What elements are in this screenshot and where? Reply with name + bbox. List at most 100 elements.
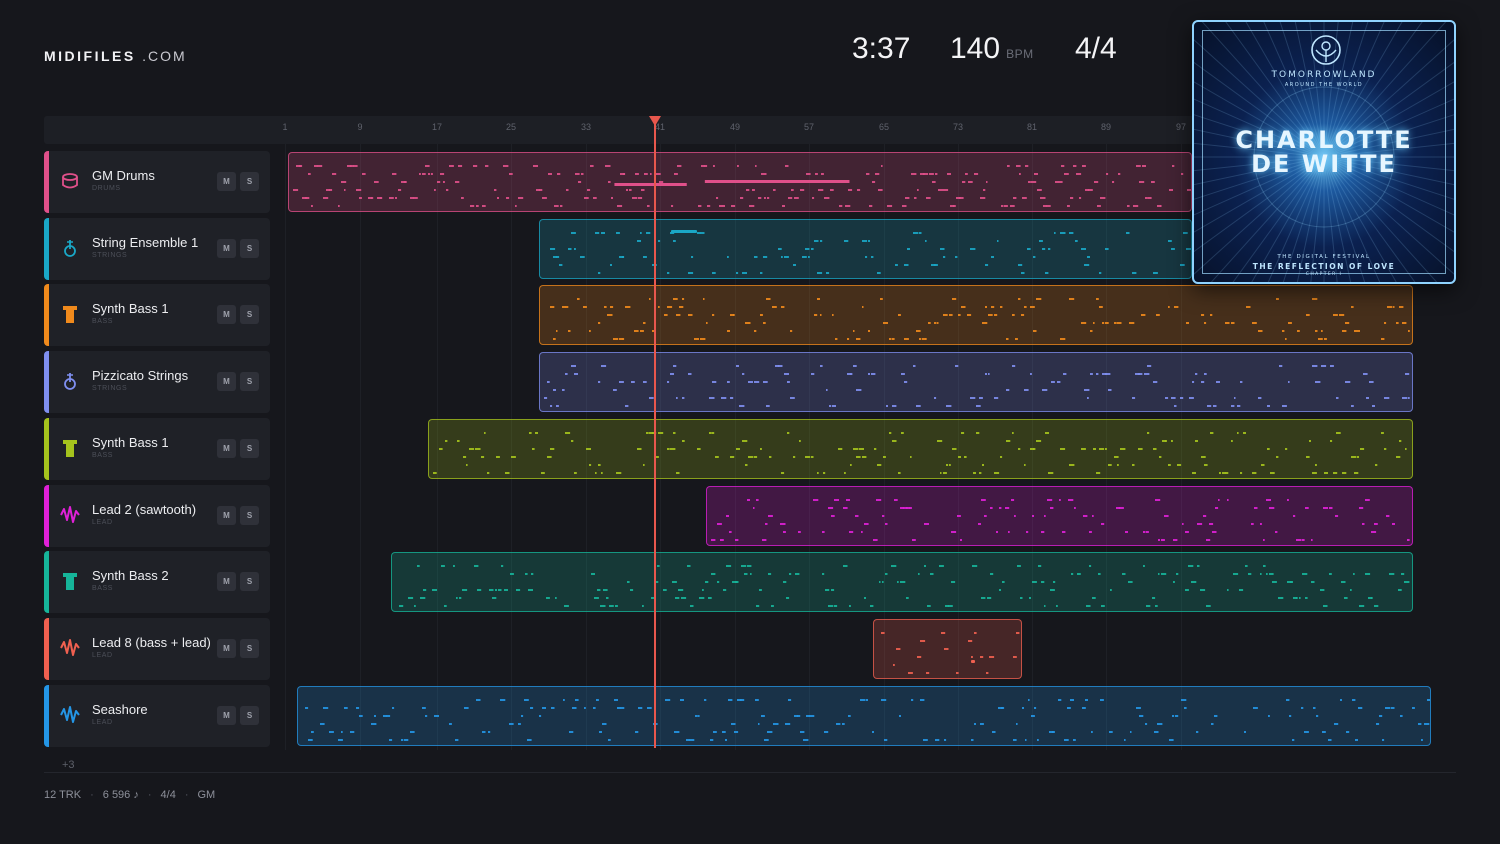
solo-button[interactable]: S bbox=[240, 638, 259, 658]
track-header[interactable]: Lead 8 (bass + lead) LEAD M S bbox=[44, 617, 270, 680]
track-header[interactable]: Pizzicato Strings STRINGS M S bbox=[44, 351, 270, 414]
track-color-bar bbox=[44, 684, 49, 747]
solo-button[interactable]: S bbox=[240, 572, 259, 592]
mute-button[interactable]: M bbox=[217, 238, 236, 258]
mute-button[interactable]: M bbox=[217, 305, 236, 325]
track-header[interactable]: GM Drums DRUMS M S bbox=[44, 151, 270, 213]
grid-line bbox=[360, 144, 361, 750]
mute-button[interactable]: M bbox=[217, 172, 236, 191]
ruler-tick-label: 17 bbox=[431, 122, 443, 132]
track-count: 12 TRK bbox=[44, 789, 82, 801]
ruler-tick-label: 57 bbox=[803, 122, 815, 132]
separator: · bbox=[90, 789, 94, 801]
cover-festival: THE DIGITAL FESTIVAL bbox=[1277, 254, 1371, 260]
ruler-tick-label: 97 bbox=[1175, 122, 1187, 132]
playhead-line[interactable] bbox=[654, 116, 656, 748]
cover-brand-sub: AROUND THE WORLD bbox=[1284, 82, 1364, 88]
midi-viewer: MIDIFILES .COM 3:37 140 BPM 4/4 1 9 17 25 33 4… bbox=[0, 0, 1500, 844]
ruler-tick-label: 49 bbox=[729, 122, 741, 132]
solo-button[interactable]: S bbox=[240, 305, 259, 325]
midi-clip[interactable] bbox=[391, 552, 1413, 613]
logo-name: MIDIFILES bbox=[44, 48, 136, 64]
track-category: BASS bbox=[92, 585, 114, 593]
track-category: BASS bbox=[92, 318, 114, 326]
file-summary: 12 TRK · 6 596 ♪ · 4/4 · GM bbox=[44, 789, 215, 801]
track-header[interactable]: Synth Bass 2 BASS M S bbox=[44, 551, 270, 614]
track-category: LEAD bbox=[92, 718, 113, 726]
clip-notes bbox=[305, 698, 1430, 741]
track-color-bar bbox=[44, 351, 49, 414]
track-category: STRINGS bbox=[92, 385, 128, 393]
grid-line bbox=[285, 144, 286, 750]
bass-icon bbox=[63, 306, 77, 324]
song-duration: 3:37 bbox=[852, 32, 911, 65]
track-category: LEAD bbox=[92, 651, 113, 659]
mute-button[interactable]: M bbox=[217, 505, 236, 525]
album-cover: TOMORROWLAND AROUND THE WORLD CHARLOTTE D… bbox=[1192, 20, 1456, 284]
violin-icon bbox=[64, 373, 76, 390]
midi-clip[interactable] bbox=[539, 285, 1413, 346]
track-name: Pizzicato Strings bbox=[92, 368, 189, 384]
tempo-unit: BPM bbox=[1006, 47, 1034, 61]
cover-chapter: CHAPTER I bbox=[1305, 272, 1343, 277]
waveform-icon bbox=[60, 705, 80, 723]
cover-artist-line2: DE WITTE bbox=[1251, 150, 1397, 178]
clip-notes bbox=[881, 631, 1020, 674]
waveform-icon bbox=[60, 505, 80, 523]
solo-button[interactable]: S bbox=[240, 438, 259, 458]
site-logo[interactable]: MIDIFILES .COM bbox=[44, 48, 187, 64]
solo-button[interactable]: S bbox=[240, 705, 259, 725]
cover-artist-line1: CHARLOTTE bbox=[1235, 126, 1413, 154]
cover-edition: THE REFLECTION OF LOVE bbox=[1252, 262, 1396, 271]
playhead-marker[interactable] bbox=[649, 116, 661, 126]
tempo-display: 140 BPM bbox=[950, 32, 1034, 66]
mute-button[interactable]: M bbox=[217, 572, 236, 592]
track-color-bar bbox=[44, 484, 49, 547]
clip-notes bbox=[433, 431, 1407, 474]
midi-clip[interactable] bbox=[539, 218, 1192, 279]
track-header[interactable]: Lead 2 (sawtooth) LEAD M S bbox=[44, 484, 270, 547]
footer-signature: 4/4 bbox=[160, 789, 176, 801]
midi-standard: GM bbox=[197, 789, 216, 801]
bass-icon bbox=[63, 439, 77, 457]
track-category: DRUMS bbox=[92, 185, 121, 192]
track-color-bar bbox=[44, 151, 49, 213]
midi-clip[interactable] bbox=[297, 685, 1431, 746]
midi-clip[interactable] bbox=[539, 352, 1413, 413]
track-color-bar bbox=[44, 217, 49, 280]
solo-button[interactable]: S bbox=[240, 172, 259, 191]
bass-icon bbox=[63, 573, 77, 591]
track-header[interactable]: Synth Bass 1 BASS M S bbox=[44, 417, 270, 480]
track-category: STRINGS bbox=[92, 251, 128, 259]
midi-clip[interactable] bbox=[428, 418, 1413, 479]
note-count: 6 596 ♪ bbox=[102, 789, 139, 801]
track-color-bar bbox=[44, 617, 49, 680]
midi-clip[interactable] bbox=[706, 485, 1413, 546]
ruler-tick-label: 1 bbox=[282, 122, 288, 132]
solo-button[interactable]: S bbox=[240, 505, 259, 525]
track-header[interactable]: Seashore LEAD M S bbox=[44, 684, 270, 747]
waveform-icon bbox=[60, 638, 80, 656]
track-header[interactable]: String Ensemble 1 STRINGS M S bbox=[44, 217, 270, 280]
solo-button[interactable]: S bbox=[240, 238, 259, 258]
ruler-tick-label: 65 bbox=[878, 122, 890, 132]
mute-button[interactable]: M bbox=[217, 438, 236, 458]
ruler-tick-label: 25 bbox=[505, 122, 517, 132]
mute-button[interactable]: M bbox=[217, 638, 236, 658]
track-color-bar bbox=[44, 417, 49, 480]
track-color-bar bbox=[44, 284, 49, 347]
clip-notes bbox=[399, 565, 1410, 608]
clip-notes bbox=[293, 165, 1191, 207]
ruler-tick-label: 81 bbox=[1026, 122, 1038, 132]
cover-brand: TOMORROWLAND bbox=[1271, 70, 1377, 80]
mute-button[interactable]: M bbox=[217, 372, 236, 392]
track-header[interactable]: Synth Bass 1 BASS M S bbox=[44, 284, 270, 347]
more-tracks-indicator[interactable]: +3 bbox=[62, 759, 75, 771]
clip-notes bbox=[711, 498, 1410, 541]
solo-button[interactable]: S bbox=[240, 372, 259, 392]
mute-button[interactable]: M bbox=[217, 705, 236, 725]
track-name: String Ensemble 1 bbox=[92, 234, 199, 250]
midi-clip[interactable] bbox=[288, 152, 1192, 212]
ruler-tick-label: 33 bbox=[580, 122, 592, 132]
midi-clip[interactable] bbox=[873, 618, 1022, 679]
